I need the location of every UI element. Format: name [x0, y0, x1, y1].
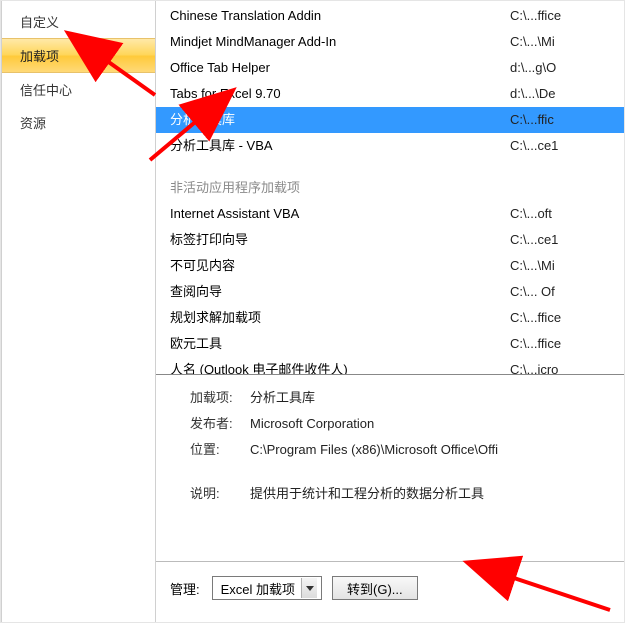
- addin-path: C:\...ffice: [510, 307, 624, 329]
- addin-name: 欧元工具: [170, 333, 510, 355]
- addin-name: Tabs for Excel 9.70: [170, 83, 510, 105]
- addin-row[interactable]: 查阅向导C:\... Of: [156, 279, 624, 305]
- addin-row[interactable]: 分析工具库C:\...ffic: [156, 107, 624, 133]
- sidebar: 自定义 加载项 信任中心 资源: [1, 1, 156, 622]
- addin-path: d:\...g\O: [510, 57, 624, 79]
- addin-row[interactable]: Tabs for Excel 9.70d:\...\De: [156, 81, 624, 107]
- go-button[interactable]: 转到(G)...: [332, 576, 418, 600]
- addin-list-container: Chinese Translation AddinC:\...fficeMind…: [156, 1, 624, 375]
- addin-path: C:\...ce1: [510, 135, 624, 157]
- addin-name: Chinese Translation Addin: [170, 5, 510, 27]
- manage-dropdown-value: Excel 加载项: [221, 579, 301, 598]
- addin-row[interactable]: Chinese Translation AddinC:\...ffice: [156, 3, 624, 29]
- addin-name: 不可见内容: [170, 255, 510, 277]
- details-label-description: 说明:: [190, 481, 250, 507]
- addin-name: Mindjet MindManager Add-In: [170, 31, 510, 53]
- addin-path: C:\...\Mi: [510, 255, 624, 277]
- main-panel: Chinese Translation AddinC:\...fficeMind…: [156, 1, 624, 622]
- inactive-section-header: 非活动应用程序加载项: [156, 159, 624, 201]
- addin-details: 加载项: 分析工具库 发布者: Microsoft Corporation 位置…: [156, 375, 624, 507]
- addin-name: Office Tab Helper: [170, 57, 510, 79]
- addin-row[interactable]: 标签打印向导C:\...ce1: [156, 227, 624, 253]
- addin-row[interactable]: Office Tab Helperd:\...g\O: [156, 55, 624, 81]
- addin-path: C:\...icro: [510, 359, 624, 375]
- addin-row[interactable]: Mindjet MindManager Add-InC:\...\Mi: [156, 29, 624, 55]
- sidebar-item-label: 资源: [20, 116, 46, 131]
- sidebar-item-label: 加载项: [20, 49, 59, 64]
- addin-row[interactable]: Internet Assistant VBAC:\...oft: [156, 201, 624, 227]
- addin-path: C:\...ce1: [510, 229, 624, 251]
- addin-name: 人名 (Outlook 电子邮件收件人): [170, 359, 510, 375]
- addin-name: 规划求解加载项: [170, 307, 510, 329]
- go-button-label: 转到(G)...: [347, 582, 403, 597]
- sidebar-item-customize[interactable]: 自定义: [2, 5, 155, 38]
- addin-row[interactable]: 欧元工具C:\...ffice: [156, 331, 624, 357]
- details-label-publisher: 发布者:: [190, 411, 250, 437]
- addin-row[interactable]: 分析工具库 - VBAC:\...ce1: [156, 133, 624, 159]
- sidebar-item-addins[interactable]: 加载项: [2, 38, 155, 73]
- addin-path: C:\... Of: [510, 281, 624, 303]
- addin-name: 分析工具库 - VBA: [170, 135, 510, 157]
- addin-name: 标签打印向导: [170, 229, 510, 251]
- addin-name: 分析工具库: [170, 109, 510, 131]
- sidebar-item-trust-center[interactable]: 信任中心: [2, 73, 155, 106]
- manage-bar: 管理: Excel 加载项 转到(G)...: [156, 561, 624, 600]
- addin-path: C:\...\Mi: [510, 31, 624, 53]
- details-value-description: 提供用于统计和工程分析的数据分析工具: [250, 481, 624, 507]
- chevron-down-icon[interactable]: [301, 578, 317, 598]
- addin-path: C:\...ffice: [510, 5, 624, 27]
- details-value-publisher: Microsoft Corporation: [250, 411, 624, 437]
- addin-row[interactable]: 规划求解加载项C:\...ffice: [156, 305, 624, 331]
- addin-path: C:\...ffic: [510, 109, 624, 131]
- manage-dropdown[interactable]: Excel 加载项: [212, 576, 322, 600]
- addin-row[interactable]: 人名 (Outlook 电子邮件收件人)C:\...icro: [156, 357, 624, 375]
- sidebar-item-resources[interactable]: 资源: [2, 106, 155, 139]
- addin-name: Internet Assistant VBA: [170, 203, 510, 225]
- addin-path: d:\...\De: [510, 83, 624, 105]
- details-label-location: 位置:: [190, 437, 250, 463]
- details-value-addin: 分析工具库: [250, 385, 624, 411]
- details-value-location: C:\Program Files (x86)\Microsoft Office\…: [250, 437, 624, 463]
- addin-path: C:\...ffice: [510, 333, 624, 355]
- details-label-addin: 加载项:: [190, 385, 250, 411]
- manage-label: 管理:: [170, 579, 200, 598]
- sidebar-item-label: 自定义: [20, 15, 59, 30]
- addin-name: 查阅向导: [170, 281, 510, 303]
- addin-row[interactable]: 不可见内容C:\...\Mi: [156, 253, 624, 279]
- addin-path: C:\...oft: [510, 203, 624, 225]
- sidebar-item-label: 信任中心: [20, 83, 72, 98]
